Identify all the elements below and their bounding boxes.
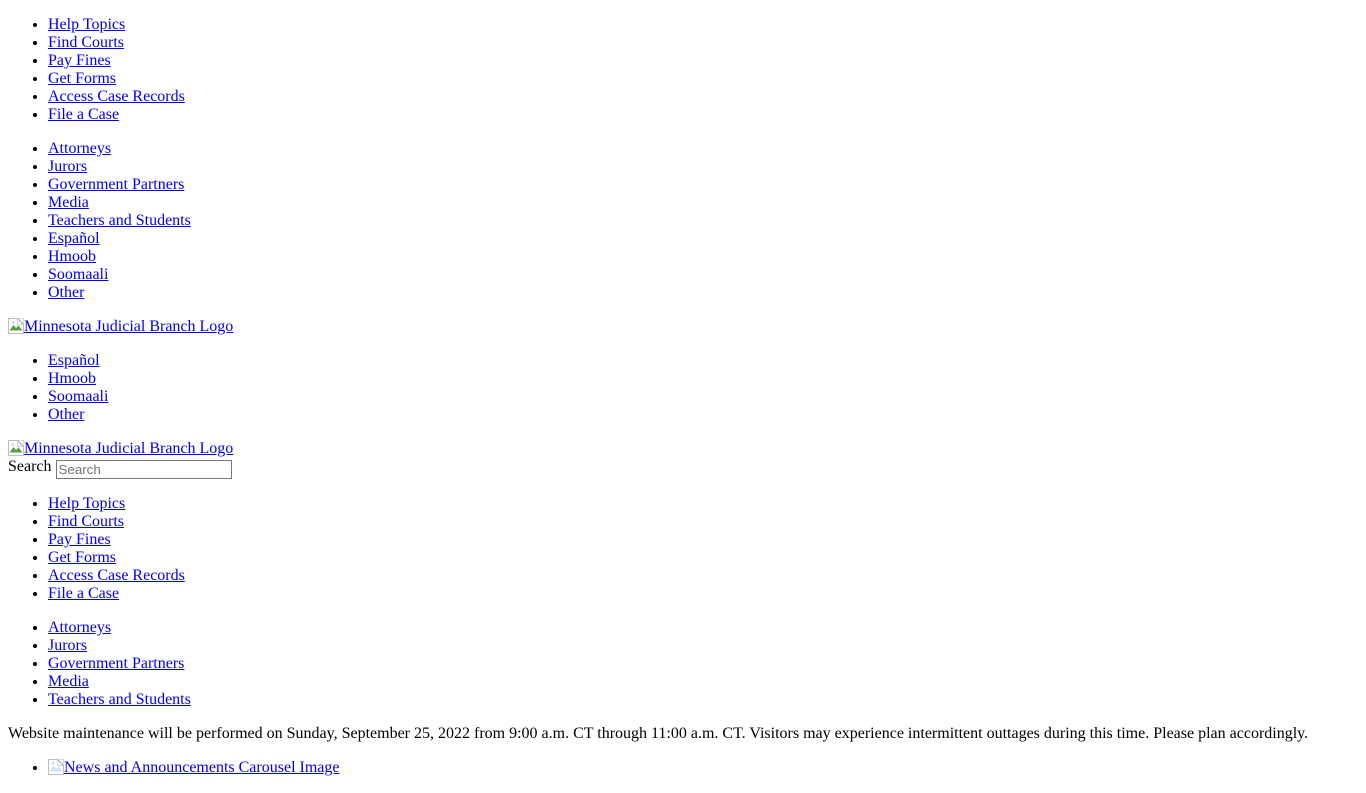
main-nav-primary-list: Help Topics Find Courts Pay Fines Get Fo…: [8, 495, 1358, 603]
nav-link[interactable]: Government Partners: [48, 176, 184, 193]
list-item[interactable]: Other: [48, 284, 1358, 302]
nav-link[interactable]: Español: [48, 230, 100, 247]
nav-link[interactable]: Help Topics: [48, 495, 125, 512]
list-item[interactable]: Attorneys: [48, 140, 1358, 158]
broken-image-icon: [8, 318, 24, 334]
list-item[interactable]: Government Partners: [48, 176, 1358, 194]
nav-link[interactable]: Get Forms: [48, 70, 116, 87]
list-item[interactable]: Help Topics: [48, 495, 1358, 513]
nav-link[interactable]: Access Case Records: [48, 88, 185, 105]
nav-link[interactable]: Help Topics: [48, 16, 125, 33]
nav-link[interactable]: Government Partners: [48, 655, 184, 672]
nav-link[interactable]: Pay Fines: [48, 52, 111, 69]
logo-secondary-alt-text: Minnesota Judicial Branch Logo: [24, 440, 234, 457]
nav-link[interactable]: Media: [48, 194, 89, 211]
logo-secondary-container: Minnesota Judicial Branch Logo: [8, 440, 1358, 458]
search-form: Search: [8, 458, 1358, 479]
nav-link[interactable]: Pay Fines: [48, 531, 111, 548]
nav-link[interactable]: Soomaali: [48, 266, 108, 283]
list-item[interactable]: Attorneys: [48, 619, 1358, 637]
main-nav-audience-list: Attorneys Jurors Government Partners Med…: [8, 619, 1358, 709]
nav-link[interactable]: Jurors: [48, 158, 87, 175]
list-item[interactable]: Other: [48, 406, 1358, 424]
list-item[interactable]: Hmoob: [48, 370, 1358, 388]
nav-link[interactable]: Teachers and Students: [48, 691, 191, 708]
search-label: Search: [8, 458, 52, 475]
top-nav-primary-list: Help Topics Find Courts Pay Fines Get Fo…: [8, 16, 1358, 124]
list-item[interactable]: Get Forms: [48, 70, 1358, 88]
list-item[interactable]: Teachers and Students: [48, 212, 1358, 230]
list-item[interactable]: File a Case: [48, 106, 1358, 124]
logo-primary-alt-text: Minnesota Judicial Branch Logo: [24, 318, 234, 335]
list-item[interactable]: Find Courts: [48, 513, 1358, 531]
news-carousel-list: News and Announcements Carousel Image: [8, 759, 1358, 777]
list-item[interactable]: File a Case: [48, 585, 1358, 603]
list-item[interactable]: Español: [48, 230, 1358, 248]
list-item[interactable]: Get Forms: [48, 549, 1358, 567]
list-item[interactable]: Government Partners: [48, 655, 1358, 673]
list-item[interactable]: Hmoob: [48, 248, 1358, 266]
language-link-hmoob[interactable]: Hmoob: [48, 370, 96, 387]
list-item[interactable]: News and Announcements Carousel Image: [48, 759, 1358, 777]
nav-link[interactable]: Jurors: [48, 637, 87, 654]
nav-link[interactable]: File a Case: [48, 106, 119, 123]
nav-link[interactable]: Other: [48, 284, 84, 301]
list-item[interactable]: Soomaali: [48, 266, 1358, 284]
list-item[interactable]: Teachers and Students: [48, 691, 1358, 709]
nav-link[interactable]: Media: [48, 673, 89, 690]
top-nav-audience-list: Attorneys Jurors Government Partners Med…: [8, 140, 1358, 302]
list-item[interactable]: Soomaali: [48, 388, 1358, 406]
list-item[interactable]: Help Topics: [48, 16, 1358, 34]
list-item[interactable]: Jurors: [48, 158, 1358, 176]
nav-link[interactable]: Find Courts: [48, 34, 124, 51]
list-item[interactable]: Español: [48, 352, 1358, 370]
nav-link[interactable]: Hmoob: [48, 248, 96, 265]
logo-primary-container: Minnesota Judicial Branch Logo: [8, 318, 1358, 336]
broken-image-icon: [48, 759, 64, 775]
list-item[interactable]: Pay Fines: [48, 531, 1358, 549]
nav-link[interactable]: Attorneys: [48, 619, 111, 636]
logo-secondary-link[interactable]: Minnesota Judicial Branch Logo: [8, 440, 233, 457]
list-item[interactable]: Access Case Records: [48, 88, 1358, 106]
list-item[interactable]: Pay Fines: [48, 52, 1358, 70]
search-input[interactable]: [55, 460, 232, 479]
broken-image-icon: [8, 440, 24, 456]
logo-primary-link[interactable]: Minnesota Judicial Branch Logo: [8, 318, 233, 335]
language-link-espanol[interactable]: Español: [48, 352, 100, 369]
nav-link[interactable]: Get Forms: [48, 549, 116, 566]
language-link-soomaali[interactable]: Soomaali: [48, 388, 108, 405]
nav-link[interactable]: Teachers and Students: [48, 212, 191, 229]
nav-link[interactable]: File a Case: [48, 585, 119, 602]
nav-link[interactable]: Attorneys: [48, 140, 111, 157]
list-item[interactable]: Find Courts: [48, 34, 1358, 52]
list-item[interactable]: Media: [48, 194, 1358, 212]
language-nav-list: Español Hmoob Soomaali Other: [8, 352, 1358, 424]
list-item[interactable]: Access Case Records: [48, 567, 1358, 585]
language-link-other[interactable]: Other: [48, 406, 84, 423]
list-item[interactable]: Media: [48, 673, 1358, 691]
maintenance-notice: Website maintenance will be performed on…: [8, 725, 1309, 742]
nav-link[interactable]: Find Courts: [48, 513, 124, 530]
list-item[interactable]: Jurors: [48, 637, 1358, 655]
nav-link[interactable]: Access Case Records: [48, 567, 185, 584]
